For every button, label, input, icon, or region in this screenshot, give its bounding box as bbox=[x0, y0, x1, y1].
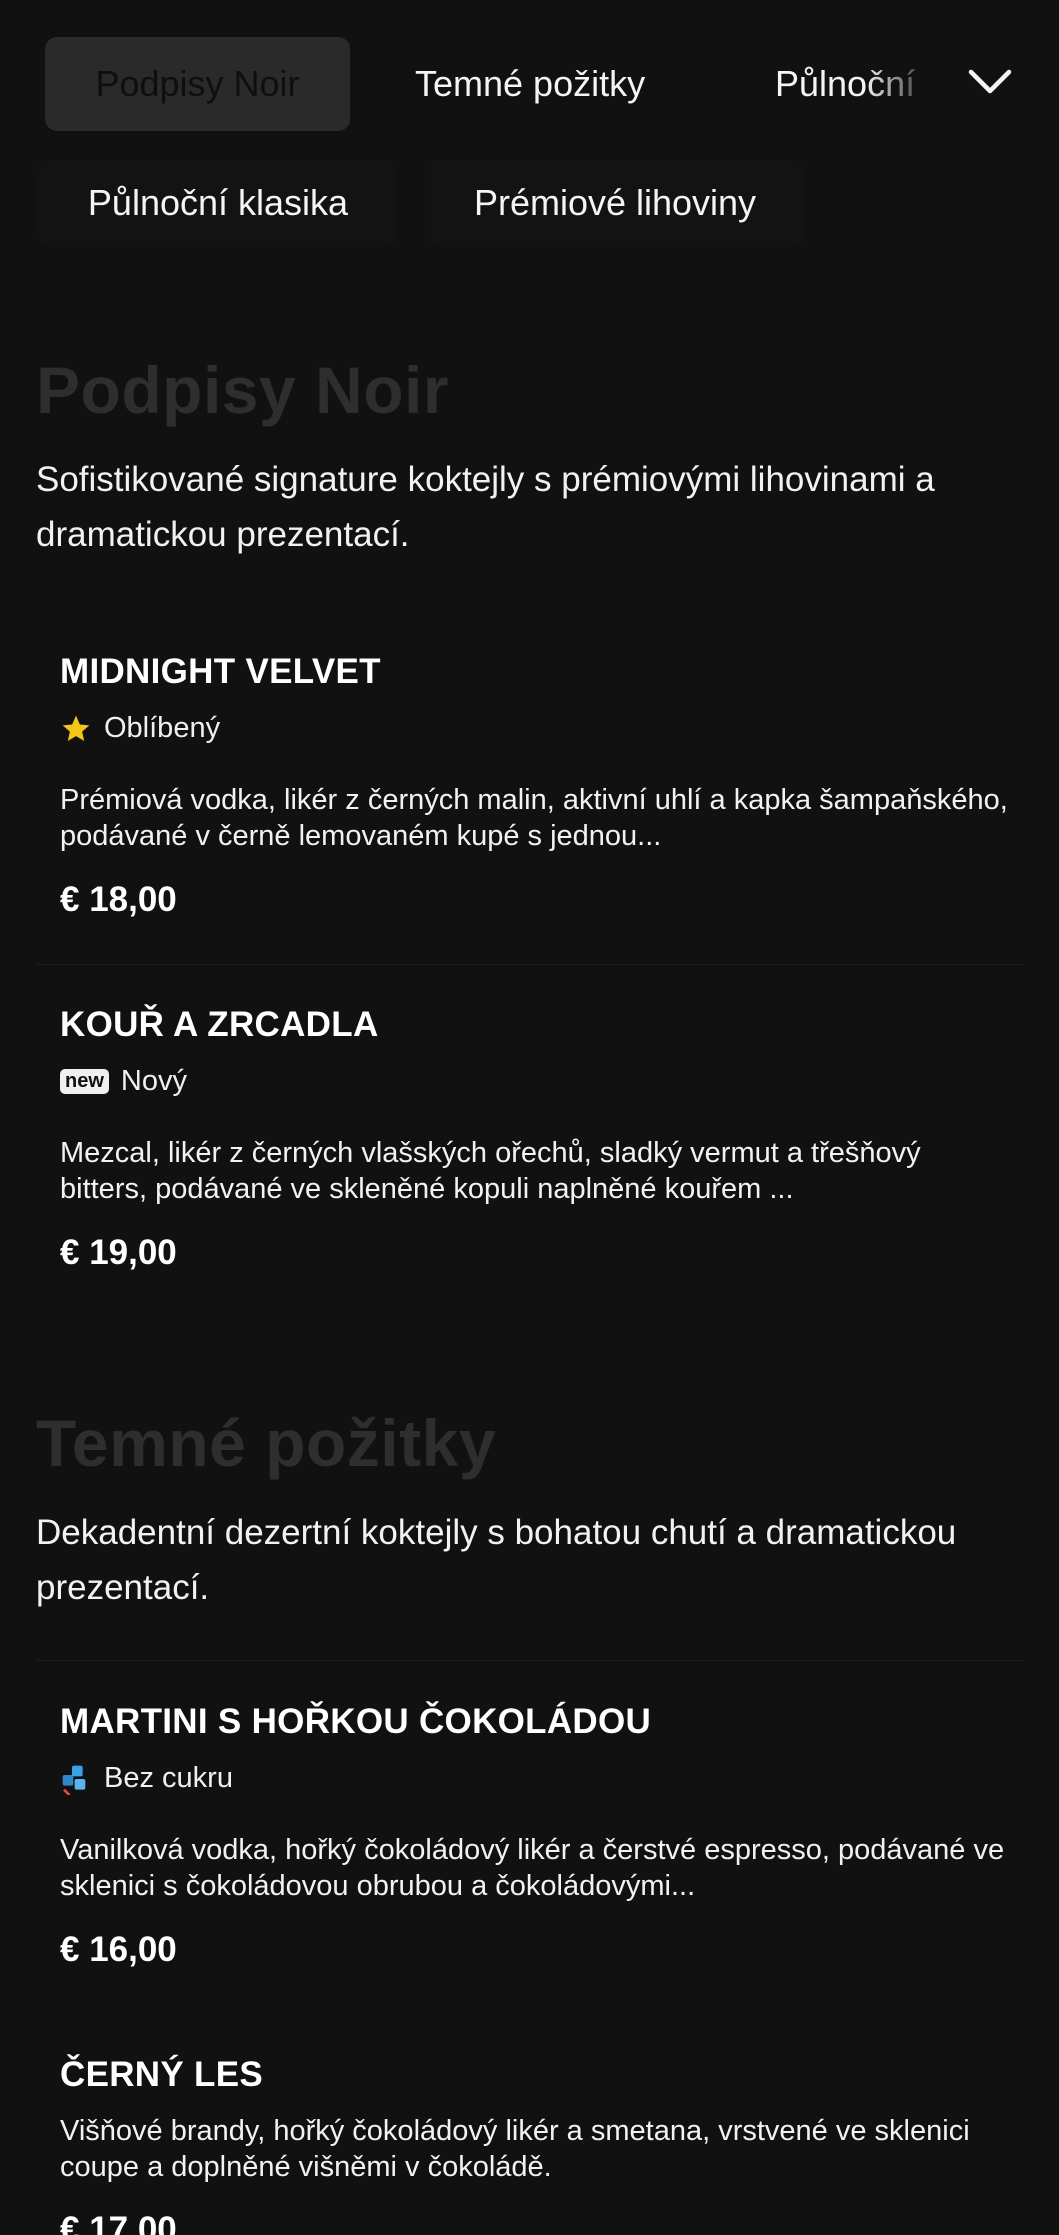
star-icon bbox=[60, 713, 92, 745]
chevron-down-icon bbox=[968, 69, 1012, 94]
section-title: Temné požitky bbox=[36, 1406, 497, 1480]
item-name: ČERNÝ LES bbox=[60, 2055, 264, 2094]
item-price: € 18,00 bbox=[60, 880, 177, 919]
item-price: € 19,00 bbox=[60, 1233, 177, 1272]
tag-label: Nový bbox=[120, 1065, 187, 1097]
tag-label: Bez cukru bbox=[104, 1762, 233, 1794]
sugar-free-icon bbox=[60, 1763, 92, 1795]
tab-fade-overlay bbox=[865, 37, 935, 131]
tab-pulnocni-klasika[interactable]: Půlnoční klasika bbox=[38, 160, 398, 246]
item-tag: new Nový bbox=[60, 1065, 187, 1098]
tab-temne-pozitky[interactable]: Temné požitky bbox=[415, 37, 645, 131]
tab-label: Podpisy Noir bbox=[95, 63, 300, 104]
item-price: € 17,00 bbox=[60, 2210, 177, 2235]
tag-label: Oblíbený bbox=[104, 712, 221, 744]
tab-premiove-lihoviny[interactable]: Prémiové lihoviny bbox=[425, 160, 805, 246]
tab-label: Prémiové lihoviny bbox=[473, 182, 757, 223]
divider bbox=[36, 1660, 1023, 1661]
item-price: € 16,00 bbox=[60, 1930, 177, 1969]
section-title: Podpisy Noir bbox=[36, 353, 450, 427]
item-tag: Oblíbený bbox=[60, 712, 220, 745]
item-tag: Bez cukru bbox=[60, 1762, 233, 1795]
new-badge-icon: new bbox=[60, 1069, 109, 1094]
tab-label: Půlnoční klasika bbox=[87, 182, 349, 223]
item-name: KOUŘ A ZRCADLA bbox=[60, 1005, 379, 1044]
tab-podpisy-noir[interactable]: Podpisy Noir bbox=[45, 37, 350, 131]
item-description: Prémiová vodka, likér z černých malin, a… bbox=[60, 784, 1008, 852]
menu-item[interactable]: KOUŘ A ZRCADLA new Nový Mezcal, likér z … bbox=[36, 975, 1023, 1315]
item-name: MARTINI S HOŘKOU ČOKOLÁDOU bbox=[60, 1702, 652, 1741]
item-name: MIDNIGHT VELVET bbox=[60, 652, 381, 691]
menu-item[interactable]: MIDNIGHT VELVET Oblíbený Prémiová vodka,… bbox=[36, 620, 1023, 965]
item-description: Mezcal, likér z černých vlašských ořechů… bbox=[60, 1137, 921, 1205]
item-description: Vanilková vodka, hořký čokoládový likér … bbox=[60, 1834, 1005, 1902]
menu-page: Podpisy Noir Temné požitky Půlnoční Půln… bbox=[0, 0, 1059, 2235]
tab-pulnocni[interactable]: Půlnoční bbox=[775, 37, 935, 131]
menu-item[interactable]: MARTINI S HOŘKOU ČOKOLÁDOU Bez cukru Van… bbox=[36, 1670, 1023, 2015]
item-description: Višňové brandy, hořký čokoládový likér a… bbox=[60, 2115, 970, 2183]
section-description: Sofistikované signature koktejly s prémi… bbox=[36, 460, 935, 554]
category-tabs: Podpisy Noir Temné požitky Půlnoční bbox=[0, 0, 1059, 165]
menu-item[interactable]: ČERNÝ LES Višňové brandy, hořký čokoládo… bbox=[36, 2025, 1023, 2235]
tab-label: Temné požitky bbox=[415, 63, 646, 104]
section-description: Dekadentní dezertní koktejly s bohatou c… bbox=[36, 1513, 957, 1607]
more-categories-button[interactable] bbox=[960, 52, 1020, 112]
new-badge: new bbox=[60, 1069, 109, 1094]
